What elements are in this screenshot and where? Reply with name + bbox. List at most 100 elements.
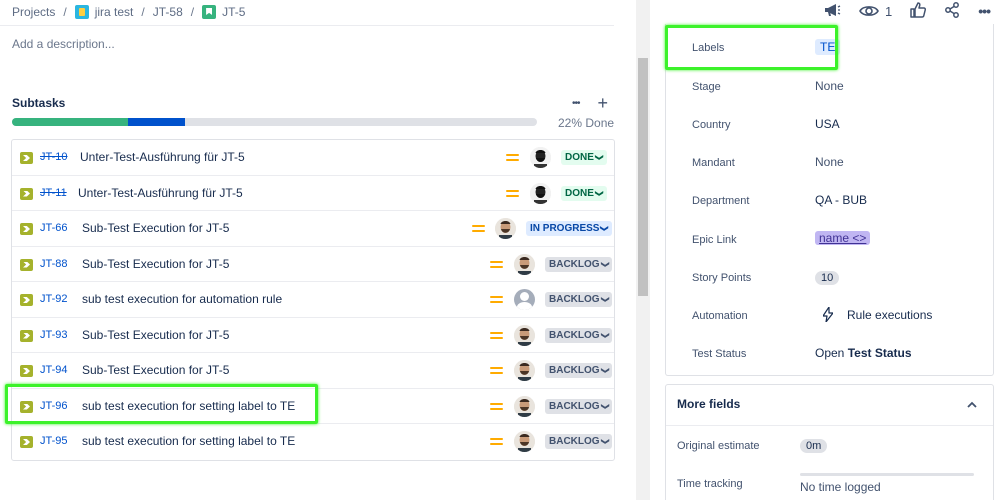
subtask-key[interactable]: JT-66 bbox=[40, 222, 68, 234]
field-label-mandant: Mandant bbox=[692, 157, 735, 169]
test-status-value[interactable]: Open Test Status bbox=[815, 346, 912, 360]
breadcrumb-issue[interactable]: JT-5 bbox=[202, 5, 245, 19]
subtasks-title: Subtasks bbox=[12, 96, 66, 110]
assignee-avatar[interactable] bbox=[530, 147, 551, 168]
subtask-summary[interactable]: Sub-Test Execution for JT-5 bbox=[82, 257, 229, 271]
assignee-avatar[interactable] bbox=[495, 218, 516, 239]
mandant-value[interactable]: None bbox=[815, 155, 844, 169]
priority-medium-icon bbox=[490, 402, 503, 412]
epic-link-value[interactable]: name <> bbox=[815, 231, 871, 245]
epic-link-lozenge[interactable]: name <> bbox=[815, 231, 871, 245]
status-label: BACKLOG bbox=[549, 400, 600, 412]
original-estimate-value[interactable]: 0m bbox=[800, 438, 828, 453]
status-label: BACKLOG bbox=[549, 258, 600, 270]
subtask-row[interactable]: JT-95 sub test execution for setting labe… bbox=[12, 424, 614, 460]
subtask-summary[interactable]: Sub-Test Execution for JT-5 bbox=[82, 221, 229, 235]
field-label-test-status: Test Status bbox=[692, 348, 747, 360]
subtask-key[interactable]: JT-92 bbox=[40, 293, 68, 305]
assignee-avatar[interactable] bbox=[530, 182, 551, 204]
highlight-box bbox=[665, 25, 838, 70]
subtask-key[interactable]: JT-94 bbox=[40, 364, 68, 376]
subtask-type-icon bbox=[20, 294, 33, 306]
subtasks-progress-bar bbox=[12, 118, 537, 126]
chevron-up-icon[interactable] bbox=[967, 397, 977, 411]
assignee-avatar[interactable] bbox=[514, 324, 535, 346]
story-points-value[interactable]: 10 bbox=[815, 270, 840, 285]
department-value[interactable]: QA - BUB bbox=[815, 193, 867, 207]
lightning-icon bbox=[823, 307, 833, 322]
assignee-avatar[interactable] bbox=[514, 395, 535, 417]
subtask-summary[interactable]: sub test execution for automation rule bbox=[82, 292, 282, 306]
subtask-row[interactable]: JT-10 Unter-Test-Ausführung für JT-5 DONE❯ bbox=[12, 140, 614, 176]
subtask-row[interactable]: JT-92 sub test execution for automation r… bbox=[12, 282, 614, 318]
highlight-box bbox=[5, 384, 318, 424]
progress-percent: 22% Done bbox=[558, 116, 615, 130]
subtask-row[interactable]: JT-11 Unter-Test-Ausführung für JT-5 DONE❯ bbox=[12, 176, 614, 211]
status-dropdown[interactable]: BACKLOG❯ bbox=[545, 363, 613, 378]
more-fields-panel: More fields Original estimate 0m Time tr… bbox=[665, 384, 994, 500]
time-tracking-bar[interactable] bbox=[800, 473, 974, 476]
add-subtask-icon[interactable]: + bbox=[598, 93, 609, 114]
issue-details-pane: 1 ••• Labels TE Stage None Country USA M… bbox=[650, 0, 998, 500]
subtask-summary[interactable]: Sub-Test Execution for JT-5 bbox=[82, 328, 229, 342]
subtask-summary[interactable]: Unter-Test-Ausführung für JT-5 bbox=[78, 186, 243, 200]
description-field[interactable]: Add a description... bbox=[12, 37, 115, 51]
issue-toolbar: 1 ••• bbox=[823, 1, 991, 21]
scrollbar-thumb[interactable] bbox=[638, 58, 648, 296]
assignee-avatar[interactable] bbox=[514, 289, 535, 310]
more-icon[interactable]: ••• bbox=[978, 3, 991, 19]
subtask-key[interactable]: JT-10 bbox=[40, 151, 68, 163]
subtask-summary[interactable]: Unter-Test-Ausführung für JT-5 bbox=[80, 150, 245, 164]
breadcrumb-parent[interactable]: JT-58 bbox=[153, 5, 183, 19]
field-label-country: Country bbox=[692, 119, 731, 131]
subtask-summary[interactable]: Sub-Test Execution for JT-5 bbox=[82, 363, 229, 377]
chevron-down-icon: ❯ bbox=[600, 225, 610, 232]
subtask-row[interactable]: JT-66 Sub-Test Execution for JT-5 IN PROGR… bbox=[12, 211, 614, 247]
automation-value[interactable]: Rule executions bbox=[823, 307, 932, 322]
breadcrumb-separator: / bbox=[141, 5, 145, 19]
subtask-key[interactable]: JT-11 bbox=[40, 187, 67, 199]
subtask-key[interactable]: JT-95 bbox=[40, 435, 68, 447]
status-label: BACKLOG bbox=[549, 436, 600, 447]
field-label-stage: Stage bbox=[692, 81, 721, 93]
status-dropdown[interactable]: BACKLOG❯ bbox=[545, 398, 613, 414]
status-label: BACKLOG bbox=[549, 294, 600, 305]
status-dropdown[interactable]: IN PROGRESS❯ bbox=[526, 221, 613, 236]
assignee-avatar[interactable] bbox=[514, 431, 535, 452]
field-label-original-estimate: Original estimate bbox=[677, 440, 760, 452]
priority-medium-icon bbox=[490, 331, 503, 341]
status-dropdown[interactable]: BACKLOG❯ bbox=[545, 327, 613, 343]
assignee-avatar[interactable] bbox=[514, 253, 535, 275]
status-dropdown[interactable]: BACKLOG❯ bbox=[545, 292, 613, 307]
share-icon[interactable] bbox=[944, 1, 960, 21]
country-value[interactable]: USA bbox=[815, 117, 840, 131]
test-status-prefix: Open bbox=[815, 346, 845, 360]
original-estimate-badge: 0m bbox=[800, 439, 828, 453]
subtask-summary[interactable]: sub test execution for setting label to … bbox=[82, 434, 295, 448]
like-icon[interactable] bbox=[910, 1, 927, 21]
more-fields-title[interactable]: More fields bbox=[677, 397, 740, 411]
subtask-type-icon bbox=[20, 152, 33, 164]
status-dropdown[interactable]: BACKLOG❯ bbox=[545, 256, 613, 272]
breadcrumb-project[interactable]: jira test bbox=[74, 5, 133, 19]
subtask-key[interactable]: JT-93 bbox=[40, 329, 68, 341]
assignee-avatar[interactable] bbox=[514, 360, 535, 381]
chevron-down-icon: ❯ bbox=[594, 154, 604, 161]
status-label: BACKLOG bbox=[549, 365, 600, 376]
time-tracking-value[interactable]: No time logged bbox=[800, 480, 881, 494]
chevron-down-icon: ❯ bbox=[600, 260, 610, 268]
subtask-key[interactable]: JT-88 bbox=[40, 258, 68, 270]
status-dropdown[interactable]: DONE❯ bbox=[561, 150, 607, 165]
priority-medium-icon bbox=[490, 295, 503, 305]
subtask-row[interactable]: JT-93 Sub-Test Execution for JT-5 BACKLOG❯ bbox=[12, 318, 614, 353]
watch-button[interactable]: 1 bbox=[859, 4, 892, 19]
rule-executions-link[interactable]: Rule executions bbox=[847, 308, 932, 322]
feedback-icon[interactable] bbox=[823, 2, 841, 21]
status-dropdown[interactable]: BACKLOG❯ bbox=[545, 434, 613, 449]
status-dropdown[interactable]: DONE❯ bbox=[561, 185, 607, 201]
subtask-row[interactable]: JT-88 Sub-Test Execution for JT-5 BACKLOG❯ bbox=[12, 247, 614, 282]
more-actions-icon[interactable]: ••• bbox=[572, 98, 580, 109]
breadcrumb-projects[interactable]: Projects bbox=[12, 5, 55, 19]
stage-value[interactable]: None bbox=[815, 79, 844, 93]
details-panel: Labels TE Stage None Country USA Mandant… bbox=[665, 24, 994, 376]
